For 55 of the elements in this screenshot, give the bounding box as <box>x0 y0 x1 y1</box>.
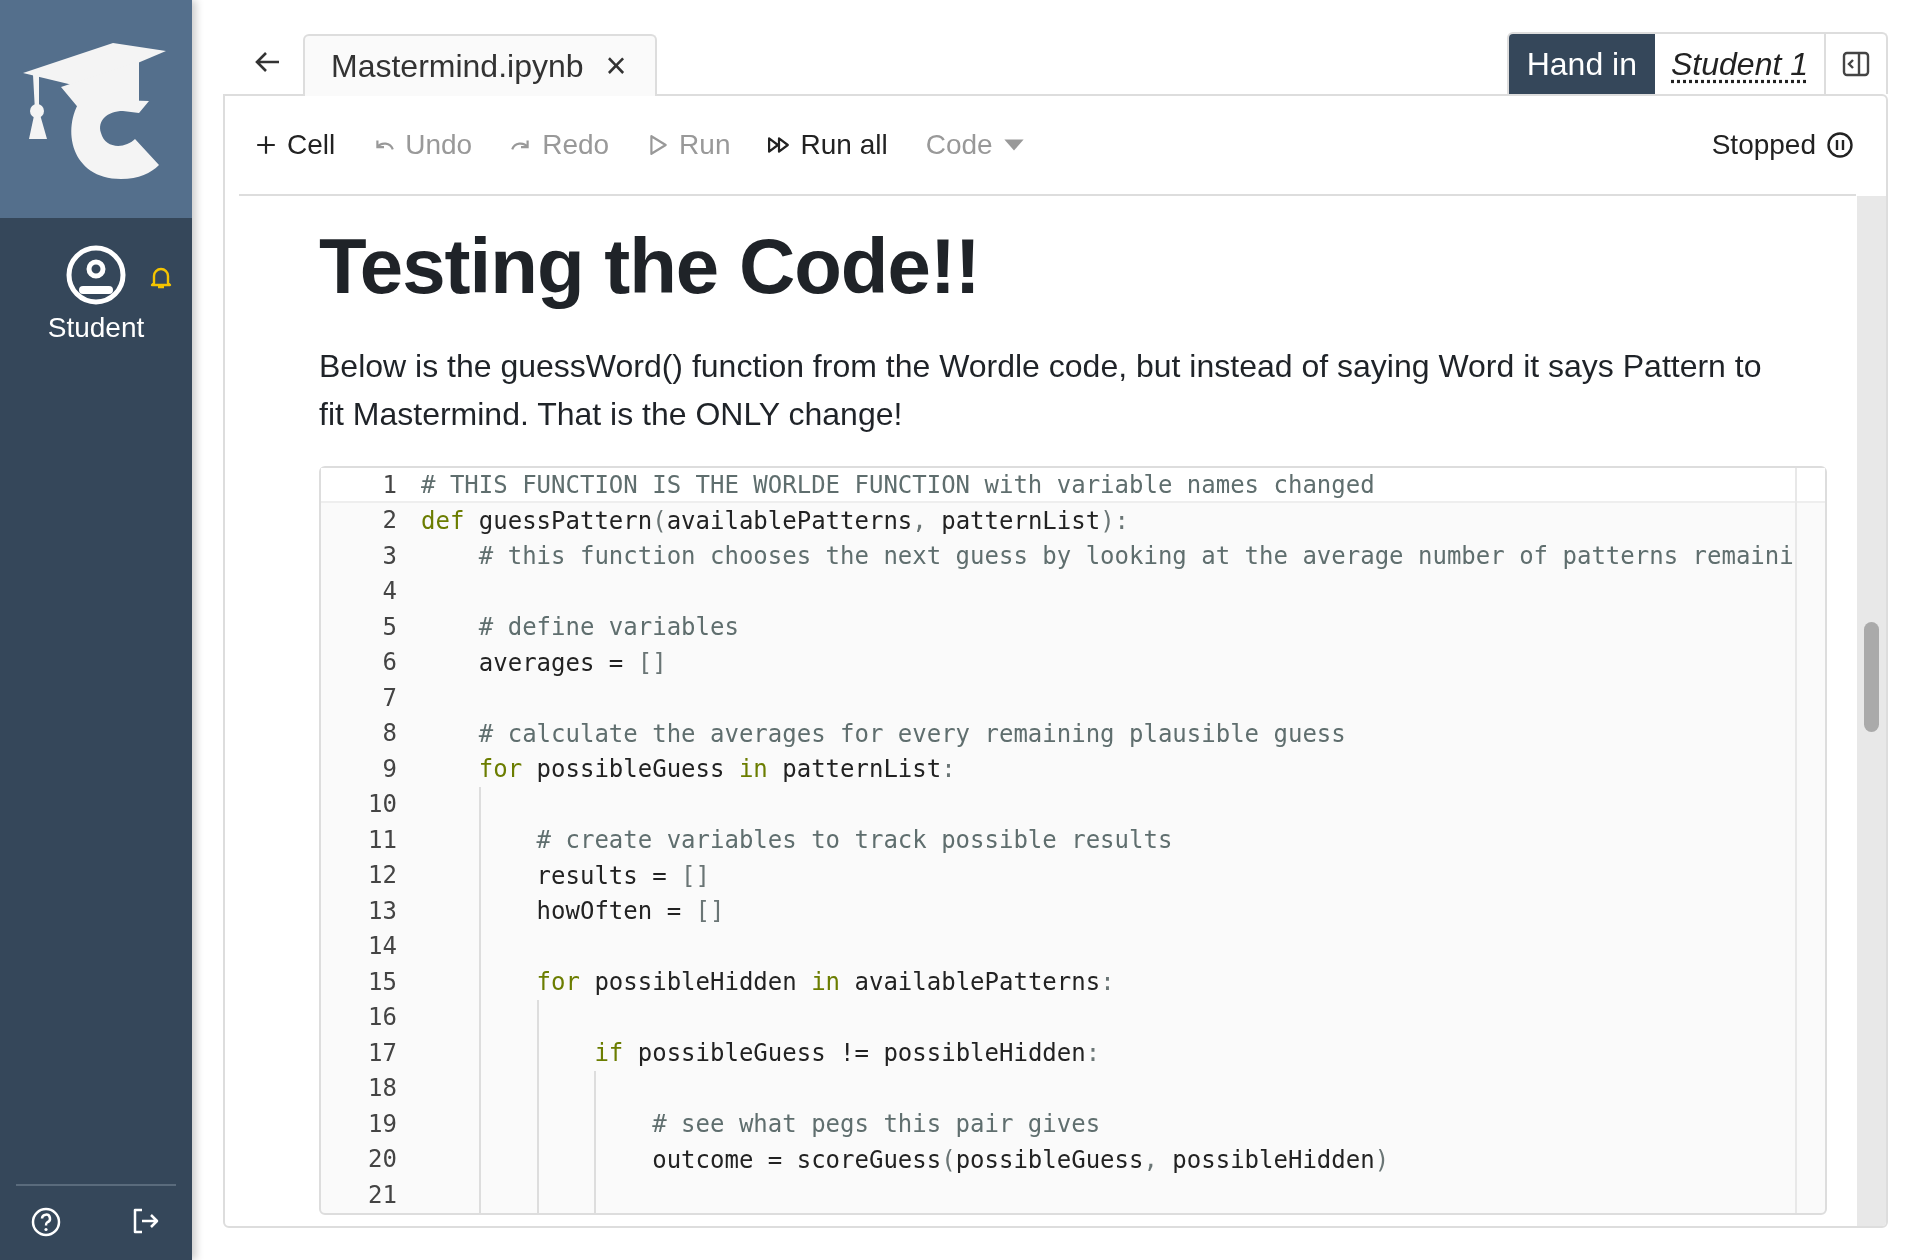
user-name[interactable]: Student <box>47 312 145 344</box>
line-number: 17 <box>367 1040 398 1067</box>
line-number: 14 <box>367 934 398 960</box>
help-icon[interactable] <box>30 1206 62 1238</box>
line-number: 5 <box>381 614 398 641</box>
add-button[interactable]: Cell <box>239 123 352 167</box>
line-number: 16 <box>367 1005 398 1031</box>
plus-icon <box>255 134 277 156</box>
play-icon <box>647 134 670 156</box>
line-number: 6 <box>381 650 398 676</box>
student-link[interactable]: Student 1 <box>1655 34 1826 94</box>
code-line: howOften = [] <box>535 897 725 926</box>
code-line: # calculate the averages for every remaining plausible guess <box>477 719 1346 748</box>
line-number: 2 <box>381 508 398 534</box>
line-number: 21 <box>367 1182 398 1209</box>
line-number: 9 <box>381 756 398 783</box>
run-all-button[interactable]: Run all <box>752 123 904 167</box>
user-avatar-icon[interactable] <box>65 244 127 306</box>
line-number: 19 <box>367 1111 398 1138</box>
kernel-status: Stopped <box>1711 129 1816 161</box>
code-line: # define variables <box>477 613 739 642</box>
double-play-icon <box>768 134 791 156</box>
code-line: outcome = scoreGuess(possibleGuess, possibleHidden) <box>651 1145 1390 1174</box>
line-number: 18 <box>367 1076 398 1102</box>
code-line: def guessPattern(availablePatterns, patternList): <box>421 506 1130 535</box>
heading: Testing the Code!! <box>319 222 981 312</box>
line-number: 10 <box>367 792 398 818</box>
line-number: 11 <box>367 827 398 854</box>
line-number: 12 <box>367 863 398 889</box>
pause-icon <box>1826 131 1854 159</box>
code-line: # see what pegs this pair gives <box>651 1110 1101 1139</box>
code-line: # this function chooses the next guess by looking at the average number of patterns remaini <box>477 542 1794 571</box>
bell-icon[interactable] <box>150 266 172 290</box>
code-line: for possibleGuess in patternList: <box>477 755 956 784</box>
line-number: 7 <box>381 685 398 712</box>
code-line: averages = [] <box>477 648 667 677</box>
line-number: 1 <box>381 472 398 499</box>
close-button[interactable]: × <box>605 45 627 87</box>
line-number: 8 <box>381 721 398 747</box>
code-line: # THIS FUNCTION IS THE WORLDE FUNCTION with variable names changed <box>421 471 1375 500</box>
code-line: if possibleGuess != possibleHidden: <box>593 1039 1101 1068</box>
line-number: 13 <box>367 898 398 925</box>
hand-in-button[interactable]: Hand in <box>1508 34 1655 94</box>
code-cell[interactable] <box>319 465 1827 1216</box>
line-number: 20 <box>367 1147 398 1173</box>
line-number: 3 <box>381 543 398 570</box>
code-line: for possibleHidden in availablePatterns: <box>535 968 1115 997</box>
code-line: # create variables to track possible results <box>535 826 1173 855</box>
code-line: results = [] <box>535 861 710 890</box>
line-number: 4 <box>381 579 398 605</box>
scrollbar-thumb[interactable] <box>1864 622 1879 732</box>
description-text: Below is the guessWord() function from the Wordle code, but instead of saying Word it says Pattern to fit Mastermind. That is the ONLY change! <box>319 346 1763 434</box>
tab-title: Mastermind.ipynb <box>331 47 584 85</box>
file-tab[interactable]: Mastermind.ipynb × <box>303 34 657 96</box>
line-number: 15 <box>367 969 398 996</box>
